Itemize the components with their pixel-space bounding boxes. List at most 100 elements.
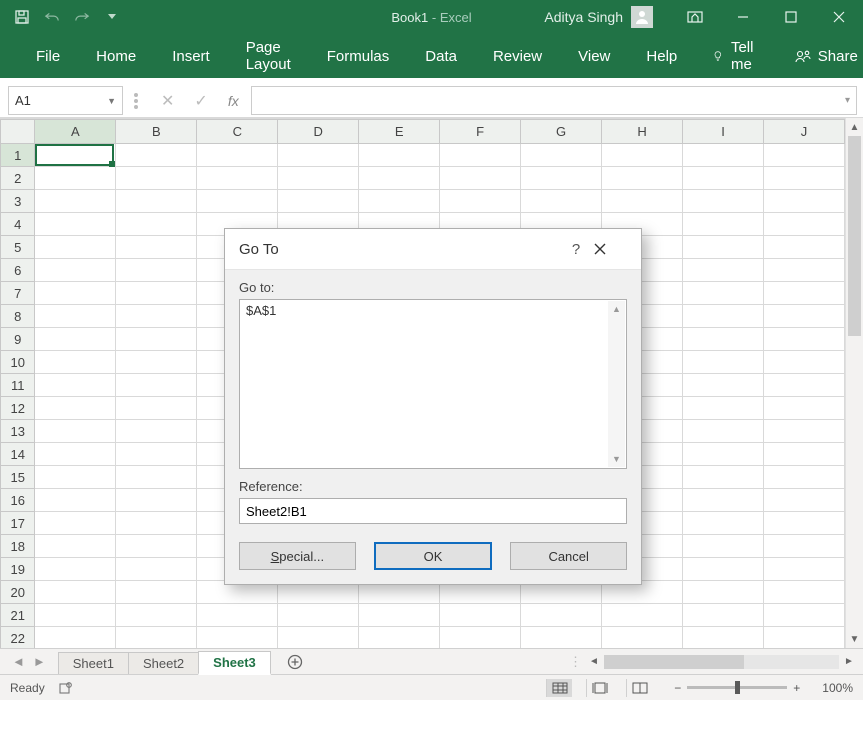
expand-formula-bar-icon[interactable]: ▾ (845, 95, 850, 106)
cell-I6[interactable] (683, 259, 764, 282)
cell-B2[interactable] (116, 167, 197, 190)
cell-A8[interactable] (35, 305, 116, 328)
sheet-tab-sheet3[interactable]: Sheet3 (198, 651, 271, 675)
sheet-tab-sheet2[interactable]: Sheet2 (128, 652, 199, 674)
cell-F21[interactable] (440, 604, 521, 627)
undo-icon[interactable] (44, 9, 60, 25)
qat-dropdown-icon[interactable] (104, 9, 120, 25)
cell-J14[interactable] (763, 443, 844, 466)
cell-E21[interactable] (359, 604, 440, 627)
cell-I21[interactable] (683, 604, 764, 627)
cell-E2[interactable] (359, 167, 440, 190)
cell-G2[interactable] (521, 167, 602, 190)
reference-input[interactable] (239, 498, 627, 524)
cell-I16[interactable] (683, 489, 764, 512)
special-button[interactable]: Special... (239, 542, 356, 570)
name-box[interactable]: A1 ▼ (8, 86, 123, 115)
col-header-A[interactable]: A (35, 120, 116, 144)
row-header-20[interactable]: 20 (1, 581, 35, 604)
cell-A16[interactable] (35, 489, 116, 512)
cell-B9[interactable] (116, 328, 197, 351)
cell-J11[interactable] (763, 374, 844, 397)
row-header-15[interactable]: 15 (1, 466, 35, 489)
cell-J5[interactable] (763, 236, 844, 259)
row-header-9[interactable]: 9 (1, 328, 35, 351)
cell-B16[interactable] (116, 489, 197, 512)
cell-A18[interactable] (35, 535, 116, 558)
cell-D1[interactable] (278, 144, 359, 167)
cell-F2[interactable] (440, 167, 521, 190)
hscroll-grip-icon[interactable]: ⋮ (569, 654, 586, 670)
cell-I8[interactable] (683, 305, 764, 328)
cell-I3[interactable] (683, 190, 764, 213)
cell-B4[interactable] (116, 213, 197, 236)
cell-A7[interactable] (35, 282, 116, 305)
zoom-slider[interactable]: − + (674, 681, 800, 695)
cell-A11[interactable] (35, 374, 116, 397)
fx-icon[interactable]: fx (228, 93, 239, 109)
col-header-C[interactable]: C (197, 120, 278, 144)
cell-G3[interactable] (521, 190, 602, 213)
row-header-8[interactable]: 8 (1, 305, 35, 328)
cell-D22[interactable] (278, 627, 359, 649)
row-header-21[interactable]: 21 (1, 604, 35, 627)
row-header-16[interactable]: 16 (1, 489, 35, 512)
cell-I22[interactable] (683, 627, 764, 649)
row-header-14[interactable]: 14 (1, 443, 35, 466)
vertical-scroll-thumb[interactable] (848, 136, 861, 336)
cell-G21[interactable] (521, 604, 602, 627)
normal-view-button[interactable] (546, 679, 572, 697)
cell-I19[interactable] (683, 558, 764, 581)
cell-J1[interactable] (763, 144, 844, 167)
cell-F1[interactable] (440, 144, 521, 167)
zoom-thumb[interactable] (735, 681, 740, 694)
cell-B15[interactable] (116, 466, 197, 489)
row-header-7[interactable]: 7 (1, 282, 35, 305)
listbox-scrollbar[interactable]: ▲▼ (608, 301, 625, 467)
cell-J20[interactable] (763, 581, 844, 604)
row-header-6[interactable]: 6 (1, 259, 35, 282)
cell-A22[interactable] (35, 627, 116, 649)
sheet-prev-icon[interactable]: ◄ (12, 654, 25, 669)
cell-B10[interactable] (116, 351, 197, 374)
cell-I18[interactable] (683, 535, 764, 558)
sheet-tab-sheet1[interactable]: Sheet1 (58, 652, 129, 674)
goto-list-item[interactable]: $A$1 (246, 303, 620, 318)
cell-C22[interactable] (197, 627, 278, 649)
col-header-H[interactable]: H (602, 120, 683, 144)
dialog-titlebar[interactable]: Go To ? (225, 229, 641, 269)
sheet-nav-arrows[interactable]: ◄ ► (0, 649, 58, 674)
zoom-in-icon[interactable]: + (793, 681, 800, 695)
cell-G22[interactable] (521, 627, 602, 649)
cell-I14[interactable] (683, 443, 764, 466)
row-header-12[interactable]: 12 (1, 397, 35, 420)
scroll-left-icon[interactable]: ◄ (586, 656, 602, 667)
row-header-22[interactable]: 22 (1, 627, 35, 649)
page-break-view-button[interactable] (626, 679, 652, 697)
cell-I5[interactable] (683, 236, 764, 259)
col-header-D[interactable]: D (278, 120, 359, 144)
cell-A12[interactable] (35, 397, 116, 420)
cell-C2[interactable] (197, 167, 278, 190)
cell-J10[interactable] (763, 351, 844, 374)
cell-D2[interactable] (278, 167, 359, 190)
col-header-B[interactable]: B (116, 120, 197, 144)
cell-E3[interactable] (359, 190, 440, 213)
tab-page-layout[interactable]: Page Layout (228, 34, 309, 78)
row-header-3[interactable]: 3 (1, 190, 35, 213)
horizontal-scrollbar[interactable]: ⋮ ◄ ► (563, 649, 863, 674)
zoom-level[interactable]: 100% (822, 681, 853, 695)
col-header-F[interactable]: F (440, 120, 521, 144)
col-header-G[interactable]: G (521, 120, 602, 144)
cell-J2[interactable] (763, 167, 844, 190)
scroll-right-icon[interactable]: ► (841, 656, 857, 667)
row-header-5[interactable]: 5 (1, 236, 35, 259)
cell-B20[interactable] (116, 581, 197, 604)
cell-B7[interactable] (116, 282, 197, 305)
row-header-11[interactable]: 11 (1, 374, 35, 397)
tab-review[interactable]: Review (475, 34, 560, 78)
tab-help[interactable]: Help (628, 34, 695, 78)
cell-B8[interactable] (116, 305, 197, 328)
close-button[interactable] (815, 0, 863, 34)
cell-A1[interactable] (35, 144, 116, 167)
